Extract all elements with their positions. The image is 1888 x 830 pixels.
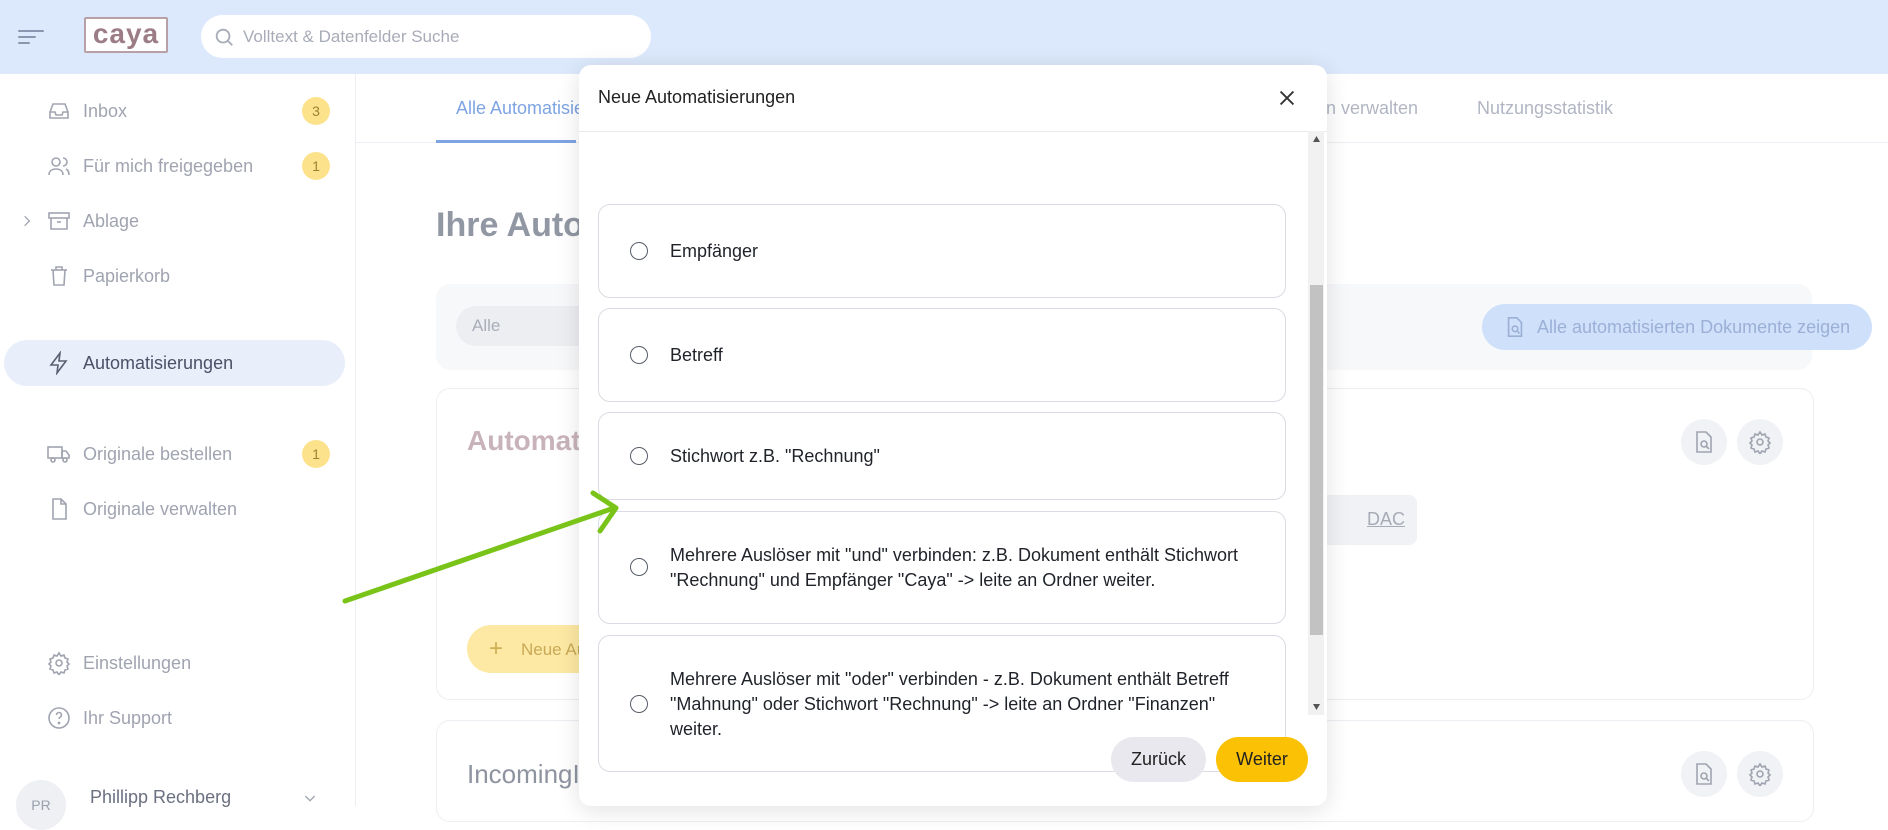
sidebar-item-ablage[interactable]: Ablage	[0, 198, 345, 244]
option-keyword[interactable]: Stichwort z.B. "Rechnung"	[598, 412, 1286, 500]
radio-button[interactable]	[630, 695, 648, 713]
shared-count-badge: 1	[302, 152, 330, 180]
truck-icon	[47, 446, 70, 463]
scroll-down-icon[interactable]	[1310, 701, 1323, 713]
option-recipient[interactable]: Empfänger	[598, 204, 1286, 298]
search-icon	[215, 28, 233, 46]
automation-card-title: IncomingI	[467, 759, 580, 789]
dialog-header: Neue Automatisierungen	[579, 65, 1327, 132]
document-search-button[interactable]	[1681, 419, 1727, 465]
gear-icon	[47, 651, 71, 675]
sidebar-item-settings[interactable]: Einstellungen	[0, 640, 345, 686]
search-box[interactable]	[201, 15, 651, 58]
user-name: Phillipp Rechberg	[90, 787, 232, 807]
option-subject[interactable]: Betreff	[598, 308, 1286, 402]
option-label: Betreff	[670, 345, 723, 365]
sidebar-item-order-originals[interactable]: Originale bestellen 1	[0, 431, 345, 477]
user-profile[interactable]: PR Phillipp Rechberg	[0, 776, 345, 830]
document-search-icon	[1696, 763, 1712, 785]
scroll-up-icon[interactable]	[1310, 133, 1323, 145]
option-label: Empfänger	[670, 241, 759, 261]
chevron-down-icon[interactable]	[302, 790, 318, 806]
archive-icon	[48, 212, 70, 230]
radio-button[interactable]	[630, 346, 648, 364]
sidebar-item-label: Für mich freigegeben	[83, 156, 254, 176]
dialog-footer: Zurück Weiter	[579, 715, 1327, 806]
dialog-title: Neue Automatisierungen	[598, 87, 796, 107]
plus-icon: +	[489, 635, 504, 662]
sidebar-item-label: Originale verwalten	[83, 499, 238, 519]
logo[interactable]: caya	[84, 17, 168, 53]
radio-button[interactable]	[630, 558, 648, 576]
document-search-icon	[1507, 317, 1523, 337]
sidebar-item-label: Einstellungen	[83, 653, 192, 673]
scrollbar-thumb[interactable]	[1310, 285, 1323, 635]
radio-button[interactable]	[630, 242, 648, 260]
automation-settings-button[interactable]	[1737, 751, 1783, 797]
sidebar-item-label: Ablage	[83, 211, 140, 231]
back-button[interactable]: Zurück	[1111, 737, 1206, 782]
sidebar-item-label: Automatisierungen	[83, 353, 234, 373]
hamburger-menu-icon[interactable]	[18, 26, 44, 48]
tab-usage-statistics[interactable]: Nutzungsstatistik	[1477, 98, 1613, 119]
document-search-button[interactable]	[1681, 751, 1727, 797]
sidebar-item-inbox[interactable]: Inbox 3	[0, 88, 345, 134]
option-label: Mehrere Auslöser mit "und" verbinden: z.…	[670, 545, 1239, 590]
file-icon	[52, 498, 67, 520]
tab-manage[interactable]: en verwalten	[1316, 98, 1418, 119]
dialog-body: Empfänger Betreff Stichwort z.B. "Rechnu…	[579, 131, 1327, 772]
automation-settings-button[interactable]	[1737, 419, 1783, 465]
chevron-right-icon[interactable]	[20, 214, 34, 228]
search-input[interactable]	[241, 23, 635, 51]
document-search-icon	[1696, 431, 1712, 453]
sidebar-item-trash[interactable]: Papierkorb	[0, 253, 345, 299]
trash-icon	[51, 266, 67, 286]
top-bar: caya	[0, 0, 1888, 74]
sidebar-item-automations[interactable]: Automatisierungen	[4, 340, 345, 386]
option-label: Stichwort z.B. "Rechnung"	[670, 446, 880, 466]
sidebar-item-shared[interactable]: Für mich freigegeben 1	[0, 143, 345, 189]
gear-icon	[1748, 430, 1772, 454]
sidebar-item-label: Ihr Support	[83, 708, 173, 728]
help-icon	[48, 707, 70, 729]
sidebar-item-manage-originals[interactable]: Originale verwalten	[0, 486, 345, 532]
option-and-triggers[interactable]: Mehrere Auslöser mit "und" verbinden: z.…	[598, 511, 1286, 624]
sidebar-item-support[interactable]: Ihr Support	[0, 695, 345, 741]
sidebar-item-label: Inbox	[83, 101, 128, 121]
sidebar: Inbox 3 Für mich freigegeben 1 Ablage Pa…	[0, 74, 356, 830]
users-icon	[48, 157, 70, 176]
lightning-icon	[49, 351, 68, 375]
inbox-count-badge: 3	[302, 97, 330, 125]
gear-icon	[1748, 762, 1772, 786]
logo-text: caya	[92, 18, 160, 49]
next-button[interactable]: Weiter	[1216, 737, 1308, 782]
sidebar-item-label: Originale bestellen	[83, 444, 233, 464]
inbox-icon	[49, 103, 69, 119]
folder-chip-label: DAC	[1367, 509, 1406, 529]
sidebar-item-label: Papierkorb	[83, 266, 171, 286]
radio-button[interactable]	[630, 447, 648, 465]
order-count-badge: 1	[302, 440, 330, 468]
avatar: PR	[16, 780, 66, 830]
show-all-documents-label: Alle automatisierten Dokumente zeigen	[1537, 317, 1851, 337]
new-automation-dialog: Neue Automatisierungen Empfänger Betreff…	[579, 65, 1327, 806]
active-tab-indicator	[436, 140, 576, 143]
close-icon[interactable]	[1276, 87, 1298, 109]
show-all-documents-button[interactable]: Alle automatisierten Dokumente zeigen	[1482, 304, 1872, 350]
